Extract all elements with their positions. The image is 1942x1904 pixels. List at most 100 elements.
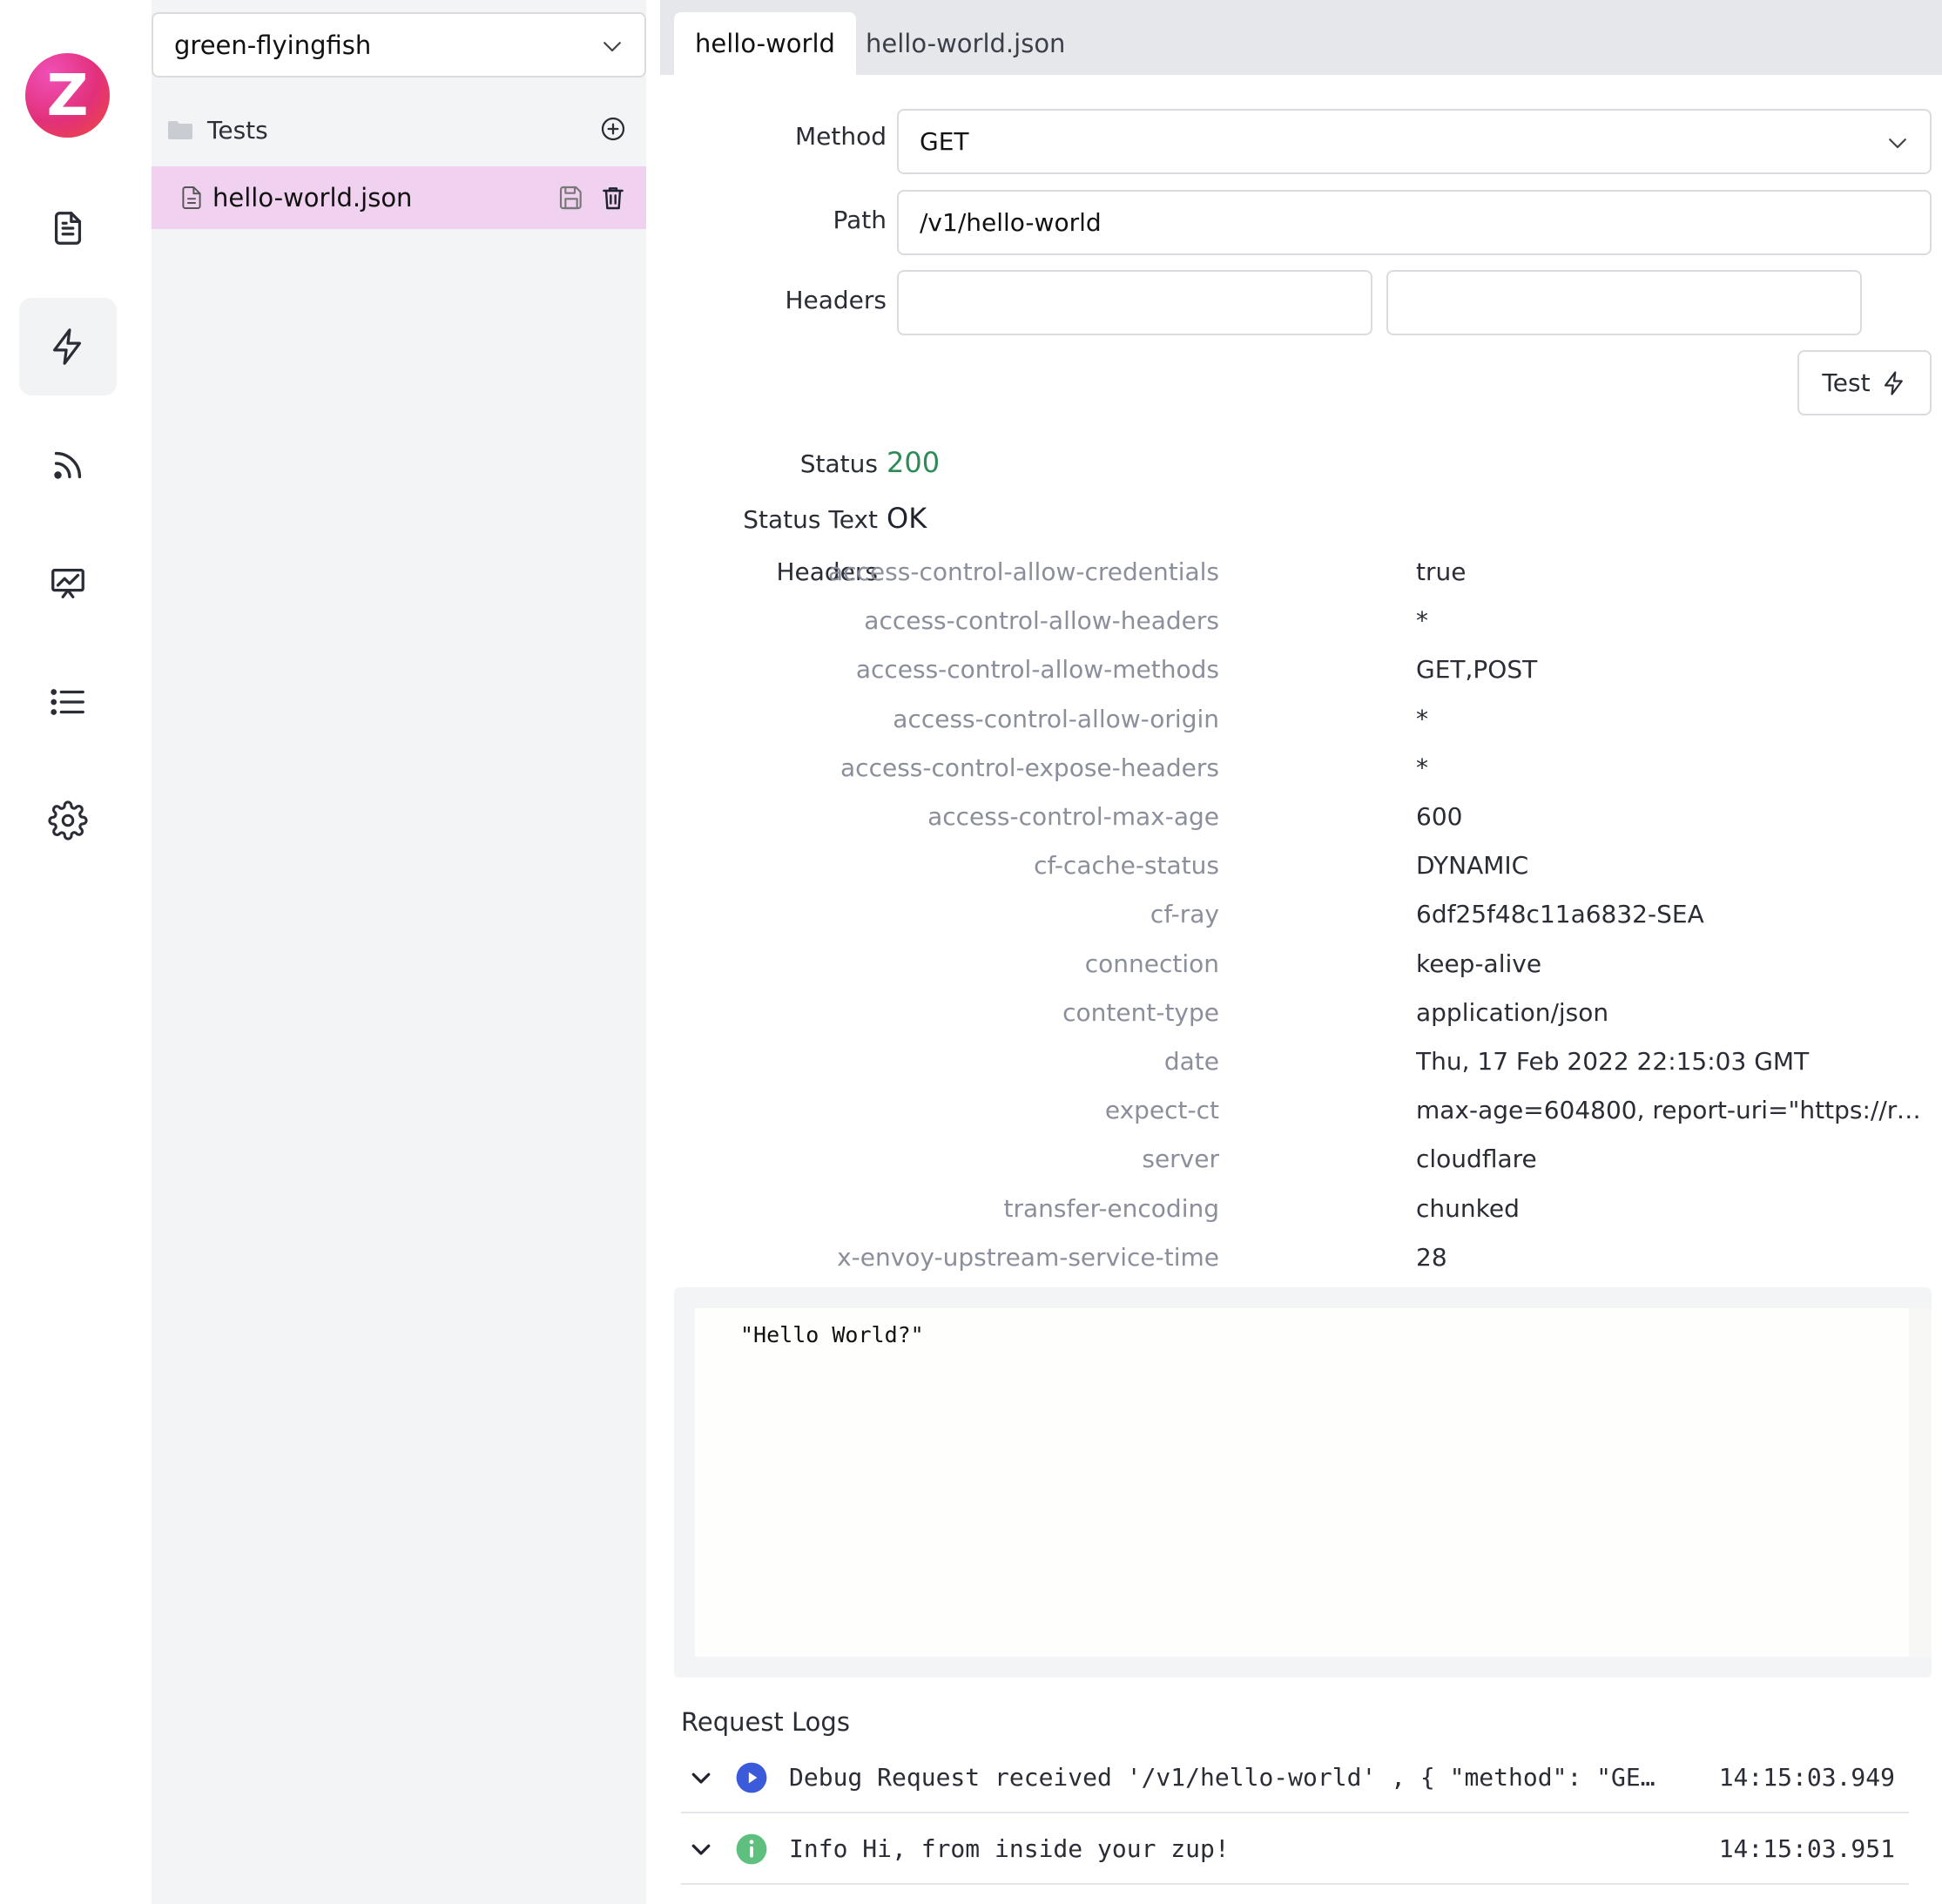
response-header-key: date <box>1163 1047 1219 1076</box>
response-header-value: true <box>1416 557 1467 586</box>
debug-play-icon <box>736 1762 767 1793</box>
response-header-value: * <box>1416 704 1428 733</box>
response-header-value: max-age=604800, report-uri="https://repo… <box>1416 1096 1932 1125</box>
folder-icon <box>168 121 192 139</box>
response-body-text: "Hello World?" <box>740 1322 924 1347</box>
method-select[interactable]: GET <box>897 109 1932 174</box>
log-entry[interactable]: Info Hi, from inside your zup! 14:15:03.… <box>681 1813 1909 1885</box>
path-input[interactable] <box>920 208 1930 237</box>
chevron-down-icon <box>604 42 621 52</box>
rss-icon <box>54 451 82 479</box>
response-header-value: * <box>1416 606 1428 636</box>
header-value-input[interactable] <box>1409 288 1860 317</box>
header-key-input[interactable] <box>920 288 1371 317</box>
response-header-key: access-control-allow-methods <box>855 655 1219 685</box>
info-icon <box>736 1833 767 1865</box>
response-header-row: expect-ct max-age=604800, report-uri="htt… <box>660 1096 1942 1131</box>
chevron-down-icon <box>1889 138 1906 149</box>
rail-logs-button[interactable] <box>19 653 117 751</box>
file-sidebar: green-flyingfish Tests hello-world.json <box>152 0 646 1904</box>
header-value-field[interactable] <box>1386 270 1862 335</box>
add-file-icon[interactable] <box>599 115 627 143</box>
response-header-key: expect-ct <box>1104 1096 1219 1125</box>
response-header-value: 28 <box>1416 1242 1447 1272</box>
response-header-row: transfer-encoding chunked <box>660 1194 1942 1229</box>
log-message: Debug Request received '/v1/hello-world'… <box>789 1763 1660 1792</box>
tab-hello-world-json[interactable]: hello-world.json <box>845 12 1086 75</box>
rail-feeds-button[interactable] <box>19 416 117 514</box>
response-header-row: x-envoy-upstream-service-time 28 <box>660 1243 1942 1278</box>
response-header-key: transfer-encoding <box>1003 1193 1219 1223</box>
response-header-key: cf-cache-status <box>1034 851 1219 881</box>
test-button[interactable]: Test <box>1797 350 1932 415</box>
response-header-row: access-control-max-age 600 <box>660 802 1942 837</box>
status-code: 200 <box>887 446 941 479</box>
trash-icon[interactable] <box>599 184 627 212</box>
main-panel: hello-world hello-world.json Method GET … <box>660 0 1942 1904</box>
save-icon[interactable] <box>557 184 585 212</box>
folder-tests[interactable]: Tests <box>152 101 646 159</box>
tab-hello-world[interactable]: hello-world <box>674 12 856 75</box>
chevron-down-icon[interactable] <box>688 1836 714 1862</box>
response-header-key: access-control-allow-headers <box>864 606 1219 636</box>
bolt-icon <box>1884 370 1903 395</box>
response-header-key: content-type <box>1062 997 1219 1027</box>
analytics-icon <box>51 569 84 598</box>
editor-scrollbar[interactable] <box>1909 1308 1932 1657</box>
log-message: Info Hi, from inside your zup! <box>789 1834 1230 1863</box>
project-select[interactable]: green-flyingfish <box>152 12 646 78</box>
project-name: green-flyingfish <box>174 30 372 60</box>
app-root: Z green-flyingfish Tests hello-world.jso… <box>0 0 1942 1904</box>
response-header-key: access-control-allow-origin <box>893 704 1219 733</box>
path-field[interactable] <box>897 190 1932 255</box>
method-label: Method <box>794 122 887 151</box>
response-header-row: access-control-allow-credentials true <box>660 557 1942 592</box>
response-header-value: 6df25f48c11a6832-SEA <box>1416 900 1704 929</box>
response-header-key: x-envoy-upstream-service-time <box>837 1242 1219 1272</box>
test-button-label: Test <box>1822 368 1871 397</box>
response-header-row: date Thu, 17 Feb 2022 22:15:03 GMT <box>660 1047 1942 1082</box>
log-entry[interactable]: Debug Request received '/v1/hello-world'… <box>681 1742 1909 1813</box>
file-item-hello-world-json[interactable]: hello-world.json <box>152 166 646 229</box>
response-header-value: Thu, 17 Feb 2022 22:15:03 GMT <box>1416 1047 1810 1076</box>
response-header-value: keep-alive <box>1416 949 1542 978</box>
response-header-key: cf-ray <box>1150 900 1219 929</box>
response-header-row: access-control-allow-methods GET,POST <box>660 655 1942 690</box>
folder-label: Tests <box>207 115 268 145</box>
rail-analytics-button[interactable] <box>19 535 117 632</box>
log-time: 14:15:03.949 <box>1718 1763 1895 1792</box>
header-key-field[interactable] <box>897 270 1372 335</box>
response-header-row: cf-cache-status DYNAMIC <box>660 851 1942 886</box>
response-body-panel: "Hello World?" <box>674 1287 1932 1678</box>
document-icon <box>54 212 82 245</box>
log-time: 14:15:03.951 <box>1718 1834 1895 1863</box>
response-header-row: connection keep-alive <box>660 949 1942 984</box>
path-label: Path <box>833 206 887 234</box>
bolt-icon <box>53 328 82 365</box>
rail-functions-button[interactable] <box>19 298 117 395</box>
response-header-value: application/json <box>1416 997 1609 1027</box>
status-label: Status <box>799 449 878 478</box>
gear-icon <box>48 800 88 841</box>
icon-rail: Z <box>0 0 152 1904</box>
status-text-label: Status Text <box>743 505 878 534</box>
app-logo[interactable]: Z <box>25 53 110 138</box>
response-header-row: access-control-allow-headers * <box>660 606 1942 641</box>
response-header-value: cloudflare <box>1416 1144 1537 1174</box>
response-header-key: access-control-allow-credentials <box>827 557 1219 586</box>
method-value: GET <box>920 127 969 156</box>
rail-settings-button[interactable] <box>19 772 117 869</box>
response-header-row: server cloudflare <box>660 1144 1942 1179</box>
response-header-row: access-control-expose-headers * <box>660 753 1942 788</box>
response-header-value: GET,POST <box>1416 655 1538 685</box>
response-header-value: * <box>1416 753 1428 782</box>
status-text: OK <box>887 502 927 535</box>
response-header-key: server <box>1142 1144 1219 1174</box>
request-logs-title: Request Logs <box>681 1707 850 1737</box>
chevron-down-icon[interactable] <box>688 1765 714 1791</box>
file-icon <box>182 186 201 209</box>
response-body-editor[interactable]: "Hello World?" <box>695 1308 1932 1657</box>
list-icon <box>51 689 84 715</box>
rail-docs-button[interactable] <box>19 179 117 277</box>
tab-bar: hello-world hello-world.json <box>660 0 1942 75</box>
